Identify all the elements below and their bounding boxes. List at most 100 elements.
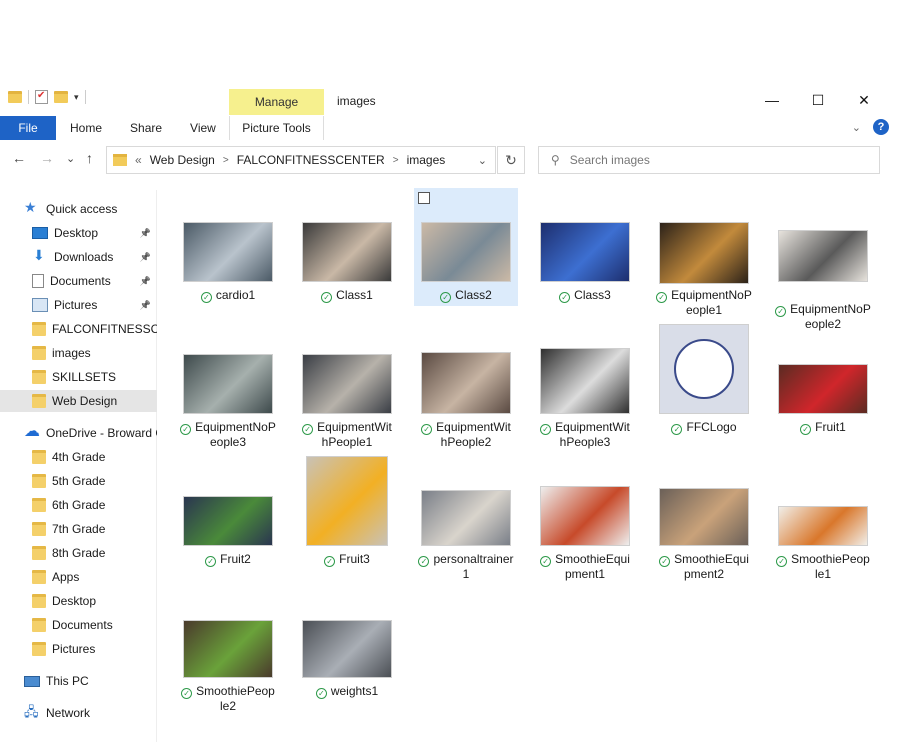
file-item[interactable]: ✓ Class3: [533, 188, 637, 306]
file-label: ✓ weights1: [299, 684, 395, 699]
minimize-button[interactable]: —: [749, 86, 795, 114]
window-controls: — ☐ ✕: [749, 86, 887, 114]
search-box[interactable]: ⚲ Search images: [538, 146, 880, 174]
sidebar-item-documents[interactable]: Documents 📌: [0, 270, 157, 292]
tab-picture-tools[interactable]: Picture Tools: [229, 116, 324, 140]
sidebar-item-4th-grade[interactable]: 4th Grade: [0, 446, 157, 468]
chevron-down-icon[interactable]: ⌄: [478, 154, 487, 167]
refresh-button[interactable]: ↻: [497, 146, 525, 174]
folder-icon: [32, 450, 46, 464]
sidebar-item-quick-access[interactable]: Quick access: [0, 198, 157, 220]
file-item[interactable]: ✓ FFCLogo: [652, 320, 756, 438]
file-label: ✓ SmoothieEquipment2: [656, 552, 752, 582]
sidebar-item-label: Desktop: [52, 594, 97, 608]
back-arrow-icon[interactable]: ←: [12, 150, 26, 166]
sidebar-item-label: Downloads: [54, 250, 114, 264]
file-name: weights1: [330, 684, 379, 698]
file-item[interactable]: ✓ Fruit1: [771, 320, 875, 438]
file-item[interactable]: ✓ personaltrainer1: [414, 452, 518, 581]
breadcrumb-web-design[interactable]: Web Design: [150, 153, 215, 167]
sidebar-item-web-design[interactable]: Web Design: [0, 390, 157, 412]
ribbon-tabs: File Home Share View Picture Tools ⌄ ?: [0, 116, 907, 140]
folder-icon[interactable]: [8, 91, 22, 103]
search-input[interactable]: Search images: [570, 153, 650, 167]
file-item[interactable]: ✓ SmoothieEquipment2: [652, 452, 756, 581]
tab-home[interactable]: Home: [56, 121, 116, 135]
properties-icon[interactable]: [35, 90, 48, 104]
pin-icon[interactable]: 📌: [140, 228, 151, 239]
file-item[interactable]: ✓ EquipmentNoPeople1: [652, 188, 756, 317]
file-item[interactable]: ✓ EquipmentNoPeople2: [771, 188, 875, 331]
sidebar-item-desktop[interactable]: Desktop: [0, 590, 157, 612]
sidebar-item-label: 5th Grade: [52, 474, 106, 488]
maximize-button[interactable]: ☐: [795, 86, 841, 114]
sync-status-icon: ✓: [205, 556, 217, 567]
file-name: Class2: [455, 288, 492, 302]
sidebar-item-onedrive-broward-c[interactable]: OneDrive - Broward C: [0, 422, 157, 444]
sidebar-item-network[interactable]: Network: [0, 702, 157, 724]
file-item[interactable]: ✓ EquipmentWithPeople1: [295, 320, 399, 449]
file-item[interactable]: ✓ Fruit3: [295, 452, 399, 570]
file-item[interactable]: ✓ weights1: [295, 584, 399, 702]
file-name: Class3: [574, 288, 611, 302]
close-button[interactable]: ✕: [841, 86, 887, 114]
sidebar-item-skillsets[interactable]: SKILLSETS: [0, 366, 157, 388]
file-item[interactable]: ✓ SmoothiePeople1: [771, 452, 875, 581]
address-bar[interactable]: « Web Design > FALCONFITNESSCENTER > ima…: [106, 146, 496, 174]
file-item[interactable]: ✓ Fruit2: [176, 452, 280, 570]
new-folder-icon[interactable]: [54, 91, 68, 103]
tab-view[interactable]: View: [176, 121, 230, 135]
file-item[interactable]: ✓ Class2: [414, 188, 518, 306]
sidebar-item-7th-grade[interactable]: 7th Grade: [0, 518, 157, 540]
pin-icon[interactable]: 📌: [140, 276, 151, 287]
manage-tab[interactable]: Manage: [229, 89, 324, 115]
file-item[interactable]: ✓ SmoothieEquipment1: [533, 452, 637, 581]
sidebar-item-8th-grade[interactable]: 8th Grade: [0, 542, 157, 564]
address-overflow[interactable]: «: [135, 153, 142, 167]
recent-locations-icon[interactable]: ⌄: [66, 152, 75, 165]
file-item[interactable]: ✓ SmoothiePeople2: [176, 584, 280, 713]
tab-share[interactable]: Share: [116, 121, 176, 135]
chevron-right-icon[interactable]: >: [223, 155, 229, 166]
file-item[interactable]: ✓ cardio1: [176, 188, 280, 306]
folder-icon: [32, 546, 46, 560]
sidebar-item-images[interactable]: images: [0, 342, 157, 364]
breadcrumb-images[interactable]: images: [407, 153, 446, 167]
sync-status-icon: ✓: [200, 292, 212, 303]
select-checkbox[interactable]: [418, 192, 430, 204]
chevron-right-icon[interactable]: >: [393, 155, 399, 166]
sidebar-item-downloads[interactable]: Downloads 📌: [0, 246, 157, 268]
help-icon[interactable]: ?: [873, 119, 889, 135]
breadcrumb-falconfitnesscenter[interactable]: FALCONFITNESSCENTER: [237, 153, 385, 167]
image-thumbnail: [778, 364, 868, 414]
folder-icon: [32, 570, 46, 584]
sidebar-item-pictures[interactable]: Pictures 📌: [0, 294, 157, 316]
pin-icon[interactable]: 📌: [140, 300, 151, 311]
customize-toolbar-icon[interactable]: ▾: [74, 92, 79, 103]
file-name: cardio1: [215, 288, 256, 302]
file-item[interactable]: ✓ EquipmentWithPeople3: [533, 320, 637, 449]
pin-icon[interactable]: 📌: [140, 252, 151, 263]
tab-file[interactable]: File: [0, 116, 56, 140]
sidebar-item-desktop[interactable]: Desktop 📌: [0, 222, 157, 244]
expand-ribbon-icon[interactable]: ⌄: [852, 121, 861, 134]
file-label: ✓ Class3: [537, 288, 633, 303]
sidebar-item-6th-grade[interactable]: 6th Grade: [0, 494, 157, 516]
forward-arrow-icon[interactable]: →: [40, 150, 54, 166]
sidebar-item-documents[interactable]: Documents: [0, 614, 157, 636]
file-item[interactable]: ✓ Class1: [295, 188, 399, 306]
file-name: EquipmentNoPeople3: [195, 420, 276, 449]
sidebar-item-falconfitnesscenter[interactable]: FALCONFITNESSCENTER: [0, 318, 157, 340]
sidebar-item-this-pc[interactable]: This PC: [0, 670, 157, 692]
sync-status-icon: ✓: [180, 424, 192, 435]
sidebar-item-apps[interactable]: Apps: [0, 566, 157, 588]
file-item[interactable]: ✓ EquipmentWithPeople2: [414, 320, 518, 449]
folder-icon: [32, 618, 46, 632]
file-name: Class1: [336, 288, 373, 302]
sidebar-item-label: Pictures: [54, 298, 98, 312]
sidebar-item-pictures[interactable]: Pictures: [0, 638, 157, 660]
up-arrow-icon[interactable]: ↑: [86, 150, 93, 166]
file-item[interactable]: ✓ EquipmentNoPeople3: [176, 320, 280, 449]
onedrive-icon: [24, 422, 40, 441]
sidebar-item-5th-grade[interactable]: 5th Grade: [0, 470, 157, 492]
